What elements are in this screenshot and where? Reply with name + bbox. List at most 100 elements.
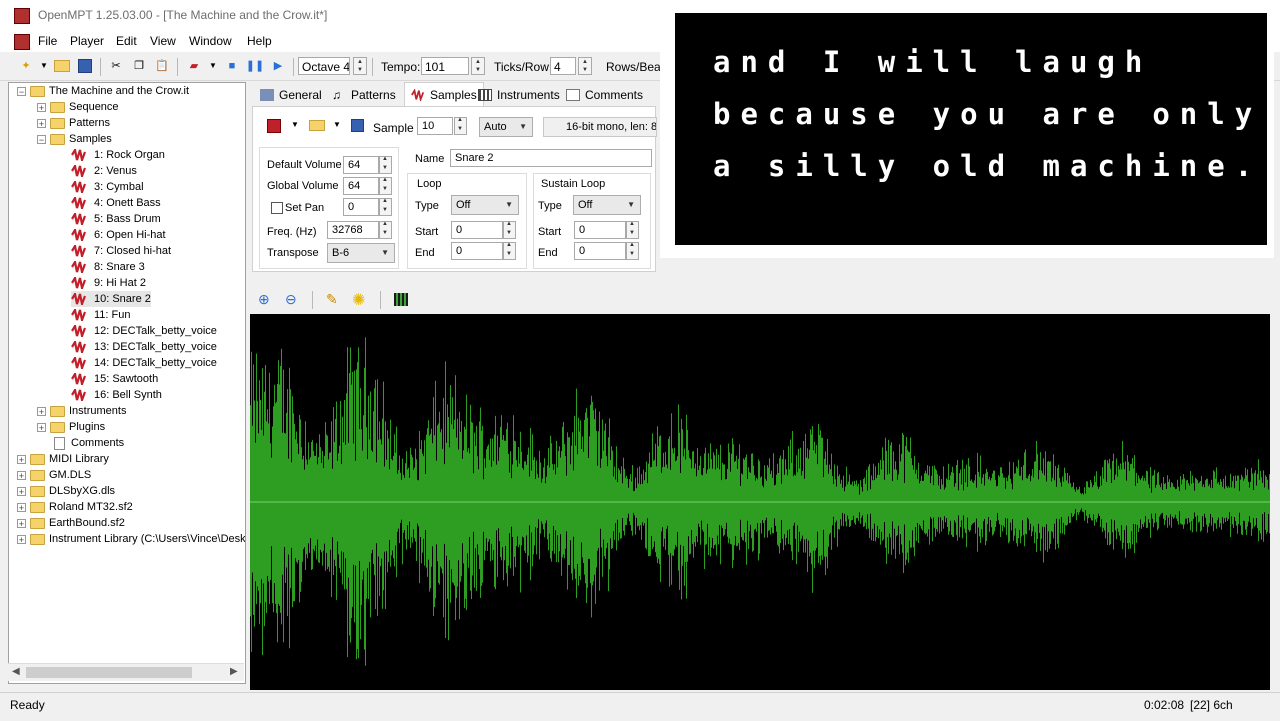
pencil-icon[interactable]: ✎ bbox=[326, 291, 338, 308]
loop-type-select[interactable]: Off ▼ bbox=[451, 195, 519, 215]
octave-field[interactable]: Octave 4 bbox=[298, 57, 350, 75]
sample-number-field[interactable]: 10 bbox=[417, 117, 453, 135]
tree-item-comments[interactable]: Comments bbox=[54, 435, 124, 451]
midi-dropdown-icon[interactable]: ▼ bbox=[205, 58, 221, 74]
set-pan-checkbox[interactable] bbox=[271, 202, 283, 214]
sample-item[interactable]: 12: DECTalk_betty_voice bbox=[71, 323, 217, 339]
expand-icon[interactable]: + bbox=[17, 454, 26, 464]
tree-item-dlsbyxg[interactable]: + DLSbyXG.dls bbox=[17, 483, 115, 499]
scrollbar-thumb[interactable] bbox=[26, 667, 192, 678]
sustain-start-spinner[interactable] bbox=[626, 221, 639, 239]
play-icon[interactable]: ▶ bbox=[270, 58, 286, 74]
new-sample-icon[interactable] bbox=[267, 119, 281, 133]
global-volume-field[interactable]: 64 bbox=[343, 177, 379, 195]
ticks-per-row-field[interactable]: 4 bbox=[550, 57, 576, 75]
tab-general[interactable]: General bbox=[260, 84, 322, 106]
save-sample-icon[interactable] bbox=[351, 119, 364, 132]
tree-item-roland-mt32[interactable]: + Roland MT32.sf2 bbox=[17, 499, 133, 515]
set-pan-field[interactable]: 0 bbox=[343, 198, 379, 216]
copy-icon[interactable]: ❐ bbox=[131, 58, 147, 74]
global-volume-spinner[interactable] bbox=[379, 177, 392, 195]
keyboard-icon[interactable] bbox=[394, 293, 408, 306]
tree-item-sequence[interactable]: + Sequence bbox=[37, 99, 119, 115]
sample-item[interactable]: 1: Rock Organ bbox=[71, 147, 165, 163]
sample-item[interactable]: 10: Snare 2 bbox=[71, 291, 151, 307]
sample-item[interactable]: 7: Closed hi-hat bbox=[71, 243, 171, 259]
tree-item-plugins[interactable]: + Plugins bbox=[37, 419, 105, 435]
new-dropdown-icon[interactable]: ▼ bbox=[36, 58, 52, 74]
expand-icon[interactable]: + bbox=[37, 118, 46, 128]
loop-end-field[interactable]: 0 bbox=[451, 242, 503, 260]
sample-item[interactable]: 9: Hi Hat 2 bbox=[71, 275, 146, 291]
tempo-spinner[interactable]: ▲ ▼ bbox=[471, 57, 485, 75]
save-icon[interactable] bbox=[77, 58, 93, 74]
sustain-end-field[interactable]: 0 bbox=[574, 242, 626, 260]
tree-root[interactable]: − The Machine and the Crow.it bbox=[17, 83, 189, 99]
tree-item-earthbound[interactable]: + EarthBound.sf2 bbox=[17, 515, 125, 531]
sustain-end-spinner[interactable] bbox=[626, 242, 639, 260]
document-icon[interactable] bbox=[14, 34, 30, 50]
paste-icon[interactable]: 📋 bbox=[154, 58, 170, 74]
menu-window[interactable]: Window bbox=[189, 34, 232, 48]
sample-item[interactable]: 15: Sawtooth bbox=[71, 371, 158, 387]
menu-help[interactable]: Help bbox=[247, 34, 272, 48]
zoom-out-icon[interactable]: ⊖ bbox=[285, 291, 297, 308]
expand-icon[interactable]: + bbox=[37, 102, 46, 112]
tree-item-samples[interactable]: − Samples bbox=[37, 131, 112, 147]
expand-icon[interactable]: + bbox=[17, 534, 26, 544]
loop-end-spinner[interactable] bbox=[503, 242, 516, 260]
expand-icon[interactable]: + bbox=[17, 486, 26, 496]
octave-spinner[interactable]: ▲ ▼ bbox=[353, 57, 367, 75]
transpose-select[interactable]: B-6 ▼ bbox=[327, 243, 395, 263]
sample-item[interactable]: 6: Open Hi-hat bbox=[71, 227, 166, 243]
pause-icon[interactable]: ❚❚ bbox=[246, 58, 264, 74]
sample-name-field[interactable]: Snare 2 bbox=[450, 149, 652, 167]
tree-horizontal-scrollbar[interactable]: ◀ ▶ bbox=[8, 663, 244, 681]
scroll-left-icon[interactable]: ◀ bbox=[12, 666, 20, 677]
new-sample-dropdown-icon[interactable]: ▼ bbox=[291, 120, 299, 129]
load-sample-icon[interactable] bbox=[309, 120, 325, 131]
tab-patterns[interactable]: ♫ Patterns bbox=[332, 84, 396, 106]
tab-instruments[interactable]: Instruments bbox=[478, 84, 560, 106]
menu-view[interactable]: View bbox=[150, 34, 176, 48]
expand-icon[interactable]: + bbox=[17, 518, 26, 528]
tree-item-midi-library[interactable]: + MIDI Library bbox=[17, 451, 109, 467]
sample-item[interactable]: 4: Onett Bass bbox=[71, 195, 161, 211]
expand-icon[interactable]: + bbox=[17, 470, 26, 480]
sample-item[interactable]: 8: Snare 3 bbox=[71, 259, 145, 275]
tab-comments[interactable]: Comments bbox=[566, 84, 643, 106]
loop-start-spinner[interactable] bbox=[503, 221, 516, 239]
ticks-spinner[interactable]: ▲ ▼ bbox=[578, 57, 592, 75]
menu-file[interactable]: File bbox=[38, 34, 57, 48]
sample-item[interactable]: 3: Cymbal bbox=[71, 179, 144, 195]
expand-icon[interactable]: + bbox=[17, 502, 26, 512]
loop-start-field[interactable]: 0 bbox=[451, 221, 503, 239]
default-volume-spinner[interactable] bbox=[379, 156, 392, 174]
new-file-icon[interactable]: ✦ bbox=[18, 58, 34, 74]
sustain-type-select[interactable]: Off ▼ bbox=[573, 195, 641, 215]
cut-icon[interactable]: ✂ bbox=[108, 58, 124, 74]
frequency-spinner[interactable] bbox=[379, 221, 392, 239]
menu-player[interactable]: Player bbox=[70, 34, 104, 48]
mode-select[interactable]: Auto ▼ bbox=[479, 117, 533, 137]
menu-edit[interactable]: Edit bbox=[116, 34, 137, 48]
frequency-field[interactable]: 32768 bbox=[327, 221, 379, 239]
expand-icon[interactable]: + bbox=[37, 406, 46, 416]
open-folder-icon[interactable] bbox=[54, 58, 70, 74]
stop-icon[interactable]: ■ bbox=[224, 58, 240, 74]
tree-item-instrument-library[interactable]: + Instrument Library (C:\Users\Vince\Desk bbox=[17, 531, 245, 547]
module-tree[interactable]: − The Machine and the Crow.it + Sequence +… bbox=[8, 82, 246, 684]
sample-item[interactable]: 5: Bass Drum bbox=[71, 211, 161, 227]
tree-item-instruments[interactable]: + Instruments bbox=[37, 403, 126, 419]
tree-item-patterns[interactable]: + Patterns bbox=[37, 115, 110, 131]
set-pan-spinner[interactable] bbox=[379, 198, 392, 216]
load-dropdown-icon[interactable]: ▼ bbox=[333, 120, 341, 129]
sparkle-icon[interactable]: ✺ bbox=[352, 290, 365, 310]
zoom-in-icon[interactable]: ⊕ bbox=[258, 291, 270, 308]
sample-item[interactable]: 14: DECTalk_betty_voice bbox=[71, 355, 217, 371]
collapse-icon[interactable]: − bbox=[17, 86, 26, 96]
expand-icon[interactable]: + bbox=[37, 422, 46, 432]
waveform-view[interactable] bbox=[250, 314, 1270, 690]
sustain-start-field[interactable]: 0 bbox=[574, 221, 626, 239]
tab-samples[interactable]: Samples bbox=[404, 82, 484, 107]
